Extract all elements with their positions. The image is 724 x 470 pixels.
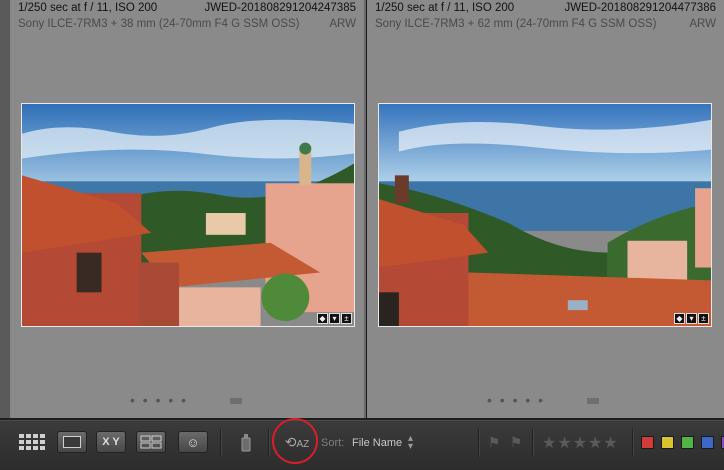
comment-icon[interactable]: ▾ [686,313,697,324]
exposure-info: 1/250 sec at f / 11, ISO 200 [18,2,158,14]
keyword-tag-icon[interactable]: ◆ [674,313,685,324]
sort-chevron-icon[interactable]: ▴ ▾ [408,434,413,452]
spray-can-icon [241,434,251,452]
loupe-view-button[interactable] [57,431,87,453]
star-rating[interactable]: ★★★★★ [542,433,619,453]
photo-image [379,104,711,326]
rating-dots[interactable]: • • • • • [130,392,188,408]
toolbar-divider [220,429,221,457]
toolbar-divider [532,429,533,457]
compare-view-button[interactable]: X Y [96,431,126,453]
grid-view: 1/250 sec at f / 11, ISO 200 JWED-201808… [0,0,724,420]
file-name: JWED-20180829120424738​5 [204,2,356,14]
toolbar-divider [268,429,269,457]
cell-meta-top: 1/250 sec at f / 11, ISO 200 JWED-201808… [367,2,724,18]
file-format: ARW [689,18,716,30]
color-label-slot[interactable] [230,398,242,404]
photo-thumbnail[interactable]: ◆ ▾ ± [378,103,712,327]
photo-badges: ◆ ▾ ± [317,313,352,324]
highlight-circle [272,418,318,464]
file-format: ARW [329,18,356,30]
photo-image [22,104,354,326]
cell-meta-bottom: Sony ILCE-7RM3 + 38 mm (24-70mm F4 G SSM… [10,18,364,34]
flag-icon: ⚑ [487,433,501,450]
reject-flag-icon: ⚑ [509,433,523,450]
library-toolbar: X Y ☺ ⟲AZ Sort: File Name ▴ ▾ ⚑ ⚑ ★★★★★ [0,418,724,470]
reject-flag-button[interactable]: ⚑ [508,431,524,453]
sort-label: Sort: [321,437,345,449]
sort-select[interactable]: File Name [352,437,402,449]
cell-meta-top: 1/250 sec at f / 11, ISO 200 JWED-201808… [10,2,364,18]
exposure-info: 1/250 sec at f / 11, ISO 200 [375,2,515,14]
left-panel-edge [0,0,10,418]
cell-meta-bottom: Sony ILCE-7RM3 + 62 mm (24-70mm F4 G SSM… [367,18,724,34]
loupe-icon [63,436,81,448]
color-label-green[interactable] [681,436,694,449]
survey-icon [140,435,162,449]
develop-adjust-icon[interactable]: ± [341,313,352,324]
comment-icon[interactable]: ▾ [329,313,340,324]
color-label-slot[interactable] [587,398,599,404]
photo-thumbnail[interactable]: ◆ ▾ ± [21,103,355,327]
survey-view-button[interactable] [136,431,166,453]
camera-info: Sony ILCE-7RM3 + 38 mm (24-70mm F4 G SSM… [18,18,300,30]
develop-adjust-icon[interactable]: ± [698,313,709,324]
rating-dots[interactable]: • • • • • [487,392,545,408]
color-label-red[interactable] [641,436,654,449]
camera-info: Sony ILCE-7RM3 + 62 mm (24-70mm F4 G SSM… [375,18,657,30]
toolbar-divider [478,429,479,457]
keyword-tag-icon[interactable]: ◆ [317,313,328,324]
grid-icon [19,434,45,450]
toolbar-divider [632,429,633,457]
compare-xy-label: X Y [102,436,120,448]
grid-view-button[interactable] [14,431,52,453]
file-name: JWED-20180829120447738​6 [564,2,716,14]
flag-button[interactable]: ⚑ [486,431,502,453]
people-view-button[interactable]: ☺ [178,431,208,453]
grid-cell[interactable]: 1/250 sec at f / 11, ISO 200 JWED-201808… [367,0,724,418]
color-label-blue[interactable] [701,436,714,449]
color-label-yellow[interactable] [661,436,674,449]
grid-cell[interactable]: 1/250 sec at f / 11, ISO 200 JWED-201808… [10,0,366,418]
face-icon: ☺ [186,434,200,450]
painter-button[interactable] [234,431,258,453]
photo-badges: ◆ ▾ ± [674,313,709,324]
